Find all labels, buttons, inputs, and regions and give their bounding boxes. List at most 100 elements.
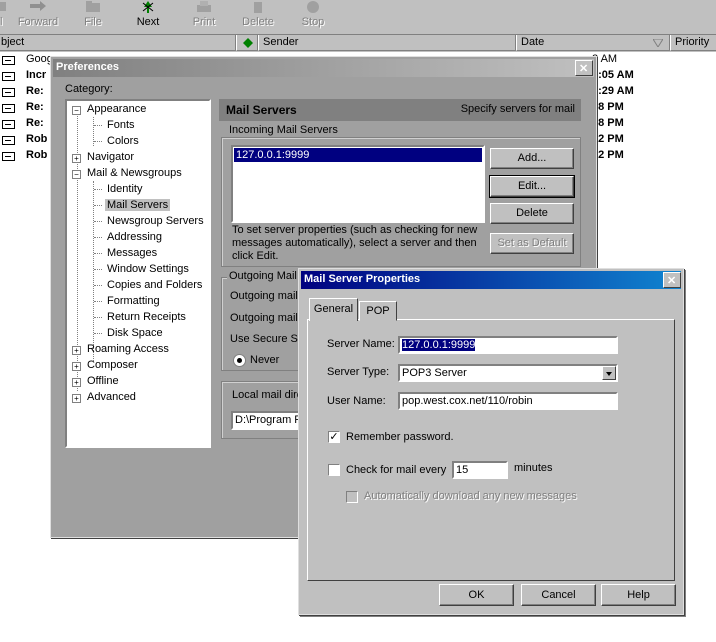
tree-item-colors[interactable]: Colors	[107, 135, 139, 147]
expand-icon[interactable]: +	[72, 378, 81, 387]
preferences-title-bar[interactable]: Preferences ✕	[53, 59, 594, 77]
envelope-icon	[2, 120, 15, 129]
tree-line	[94, 237, 102, 238]
never-label: Never	[250, 354, 280, 366]
list-item[interactable]: 127.0.0.1:9999	[234, 148, 482, 162]
stop-icon	[307, 1, 319, 13]
user-name-input[interactable]: pop.west.cox.net/110/robin	[398, 392, 618, 410]
tree-item-navigator[interactable]: Navigator	[87, 151, 134, 163]
file-button[interactable]: File	[67, 0, 119, 34]
tree-line	[94, 317, 102, 318]
column-priority[interactable]: Priority	[670, 35, 716, 51]
checkmark-icon: ✓	[329, 431, 339, 443]
never-radio[interactable]	[233, 354, 246, 367]
expand-icon[interactable]: +	[72, 394, 81, 403]
msp-title-bar[interactable]: Mail Server Properties ✕	[301, 271, 681, 289]
preferences-close-button[interactable]: ✕	[575, 60, 593, 76]
local-dir-field[interactable]: D:\Program F	[231, 411, 303, 430]
tree-item-composer[interactable]: Composer	[87, 359, 138, 371]
delete-button[interactable]: Delete	[232, 0, 284, 34]
stop-button[interactable]: Stop	[287, 0, 339, 34]
tree-item-mail-newsgroups[interactable]: Mail & Newsgroups	[87, 167, 182, 179]
mail-server-properties-dialog: Mail Server Properties ✕ General POP Ser…	[298, 268, 684, 615]
tree-line	[94, 125, 102, 126]
tree-item-offline[interactable]: Offline	[87, 375, 119, 387]
auto-download-checkbox[interactable]	[346, 491, 358, 503]
chevron-down-icon[interactable]	[602, 366, 616, 380]
check-mail-checkbox[interactable]	[328, 464, 340, 476]
remember-password-checkbox[interactable]: ✓	[328, 431, 340, 443]
server-name-label: Server Name:	[327, 338, 395, 350]
tree-item-mail-servers[interactable]: Mail Servers	[105, 199, 171, 211]
forward-button[interactable]: Forward	[12, 0, 64, 34]
close-icon: ✕	[579, 63, 589, 75]
tree-line	[94, 269, 102, 270]
cancel-button[interactable]: Cancel	[521, 584, 596, 606]
tree-line	[94, 333, 102, 334]
outgoing-server-label: Outgoing Mail S	[227, 270, 310, 282]
incoming-help-text: click Edit.	[232, 250, 279, 262]
unread-diamond-icon	[243, 38, 253, 48]
panel-subtitle: Specify servers for mail	[460, 103, 575, 115]
tree-item-identity[interactable]: Identity	[107, 183, 142, 195]
print-icon	[197, 1, 211, 12]
tree-item-advanced[interactable]: Advanced	[87, 391, 136, 403]
delete-icon	[254, 2, 262, 13]
collapse-icon[interactable]: −	[72, 170, 81, 179]
set-default-button[interactable]: Set as Default	[490, 233, 574, 254]
expand-icon[interactable]: +	[72, 362, 81, 371]
check-mail-minutes-input[interactable]: 15	[452, 461, 508, 479]
outgoing-mail-label: Outgoing mail s	[230, 312, 307, 324]
tab-panel	[307, 319, 675, 581]
close-icon: ✕	[667, 275, 677, 287]
remember-password-label: Remember password.	[346, 431, 454, 443]
tree-item-roaming-access[interactable]: Roaming Access	[87, 343, 169, 355]
envelope-icon	[2, 104, 15, 113]
tree-item-newsgroup-servers[interactable]: Newsgroup Servers	[107, 215, 204, 227]
user-name-label: User Name:	[327, 395, 386, 407]
incoming-server-list[interactable]: 127.0.0.1:9999	[231, 145, 485, 223]
column-sender[interactable]: Sender	[258, 35, 516, 51]
print-button[interactable]: Print	[178, 0, 230, 34]
tree-line	[94, 301, 102, 302]
tree-item-fonts[interactable]: Fonts	[107, 119, 135, 131]
column-date[interactable]: Date	[516, 35, 670, 51]
incoming-servers-label: Incoming Mail Servers	[227, 124, 340, 136]
tree-line	[94, 253, 102, 254]
tree-item-disk-space[interactable]: Disk Space	[107, 327, 163, 339]
incoming-help-text: To set server properties (such as checki…	[232, 224, 478, 236]
tab-pop[interactable]: POP	[359, 301, 397, 321]
expand-icon[interactable]: +	[72, 154, 81, 163]
tree-item-messages[interactable]: Messages	[107, 247, 157, 259]
next-button[interactable]: Next	[122, 0, 174, 34]
edit-server-button[interactable]: Edit...	[489, 175, 575, 198]
tree-item-addressing[interactable]: Addressing	[107, 231, 162, 243]
tree-item-formatting[interactable]: Formatting	[107, 295, 160, 307]
server-name-input[interactable]: 127.0.0.1:9999	[398, 336, 618, 354]
envelope-icon	[2, 88, 15, 97]
tree-line	[94, 189, 102, 190]
add-server-button[interactable]: Add...	[490, 148, 574, 169]
tree-line	[94, 285, 102, 286]
column-unread[interactable]	[236, 35, 258, 51]
ok-button[interactable]: OK	[439, 584, 514, 606]
tree-item-copies-folders[interactable]: Copies and Folders	[107, 279, 202, 291]
local-dir-label: Local mail dire	[232, 389, 303, 401]
column-subject[interactable]: bject	[0, 35, 236, 51]
tree-item-window-settings[interactable]: Window Settings	[107, 263, 189, 275]
get-msg-icon	[0, 2, 6, 11]
expand-icon[interactable]: +	[72, 346, 81, 355]
sort-arrow-icon	[653, 39, 663, 47]
tab-general[interactable]: General	[309, 298, 358, 321]
envelope-icon	[2, 56, 15, 65]
help-button[interactable]: Help	[601, 584, 676, 606]
use-secure-label: Use Secure So	[230, 333, 304, 345]
delete-server-button[interactable]: Delete	[490, 203, 574, 224]
collapse-icon[interactable]: −	[72, 106, 81, 115]
tree-item-return-receipts[interactable]: Return Receipts	[107, 311, 186, 323]
outgoing-mail-label: Outgoing mail (	[230, 290, 305, 302]
msp-close-button[interactable]: ✕	[663, 272, 681, 288]
minutes-label: minutes	[514, 462, 553, 474]
tree-item-appearance[interactable]: Appearance	[87, 103, 146, 115]
server-type-select[interactable]: POP3 Server	[398, 364, 618, 382]
